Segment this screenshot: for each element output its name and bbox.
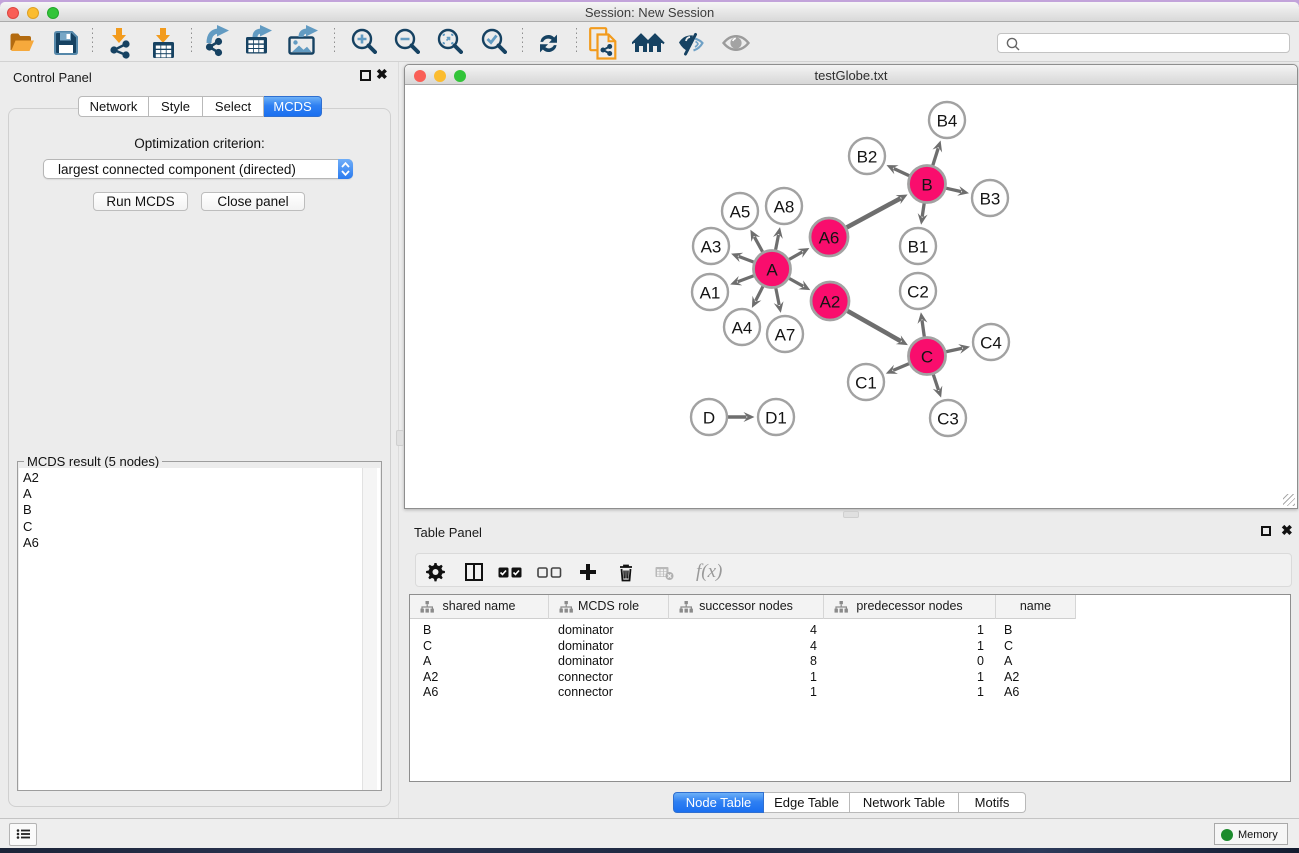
svg-text:A7: A7: [775, 326, 796, 345]
svg-text:C3: C3: [937, 410, 959, 429]
svg-text:C: C: [921, 348, 933, 367]
svg-text:A1: A1: [700, 284, 721, 303]
svg-text:D1: D1: [765, 409, 787, 428]
svg-text:A: A: [766, 261, 778, 280]
svg-text:A6: A6: [819, 229, 840, 248]
svg-text:B3: B3: [980, 190, 1001, 209]
svg-text:A2: A2: [820, 293, 841, 312]
svg-text:B1: B1: [908, 238, 929, 257]
svg-text:A8: A8: [774, 198, 795, 217]
svg-text:A3: A3: [701, 238, 722, 257]
svg-text:A5: A5: [730, 203, 751, 222]
svg-text:C2: C2: [907, 283, 929, 302]
svg-text:C4: C4: [980, 334, 1002, 353]
svg-text:D: D: [703, 409, 715, 428]
svg-text:B2: B2: [857, 148, 878, 167]
svg-text:C1: C1: [855, 374, 877, 393]
svg-text:B4: B4: [937, 112, 958, 131]
svg-text:A4: A4: [732, 319, 753, 338]
svg-text:B: B: [921, 176, 932, 195]
